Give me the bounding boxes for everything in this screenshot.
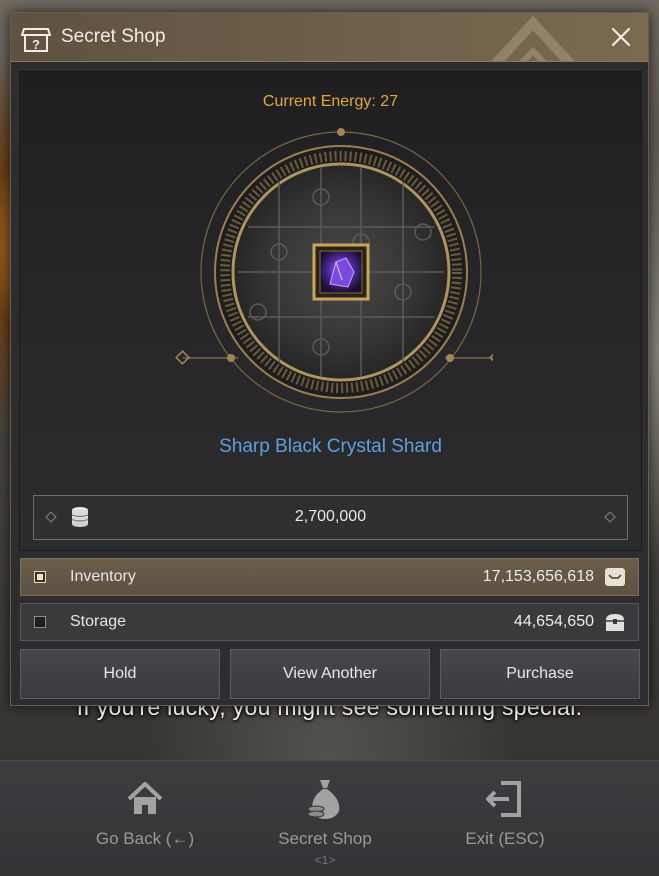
secret-shop-label: Secret Shop xyxy=(278,829,372,848)
go-back-button[interactable]: Go Back (←) xyxy=(70,777,220,849)
inventory-bag-icon xyxy=(605,568,625,586)
item-name: Sharp Black Crystal Shard xyxy=(219,436,442,457)
bottom-action-bar: Go Back (←) Secret Shop <1> Exit (ESC) xyxy=(0,760,659,876)
hold-button[interactable]: Hold xyxy=(20,649,220,699)
shop-content-panel: Current Energy: 27 Sharp Black Crystal S… xyxy=(19,71,642,551)
shop-icon: ? xyxy=(21,28,51,52)
pay-with-storage-row[interactable]: Storage 44,654,650 xyxy=(20,603,639,641)
storage-checkbox[interactable] xyxy=(34,616,46,628)
secret-shop-count: <1> xyxy=(314,853,336,867)
home-icon xyxy=(127,782,163,814)
window-title: Secret Shop xyxy=(61,26,166,47)
storage-amount: 44,654,650 xyxy=(513,613,594,630)
exit-icon xyxy=(486,781,521,817)
pay-with-inventory-row[interactable]: Inventory 17,153,656,618 xyxy=(20,558,639,596)
puzzle-wheel xyxy=(175,128,493,413)
exit-label: Exit (ESC) xyxy=(465,829,545,848)
window-titlebar: ? Secret Shop xyxy=(11,13,648,62)
storage-chest-icon xyxy=(606,614,624,631)
price-value: 2,700,000 xyxy=(294,508,367,525)
secret-shop-tab[interactable]: Secret Shop <1> xyxy=(250,777,400,867)
inventory-amount: 17,153,656,618 xyxy=(482,568,594,585)
view-another-button[interactable]: View Another xyxy=(230,649,430,699)
purchase-button[interactable]: Purchase xyxy=(440,649,640,699)
inventory-checkbox[interactable] xyxy=(34,571,46,583)
current-energy: Current Energy: 27 xyxy=(262,93,399,110)
close-icon[interactable] xyxy=(608,24,634,50)
secret-shop-window: ? Secret Shop Current Energy: 27 Sharp B… xyxy=(10,12,649,706)
go-back-label: Go Back (←) xyxy=(95,829,195,848)
exit-button[interactable]: Exit (ESC) xyxy=(430,777,580,849)
storage-label: Storage xyxy=(70,613,127,630)
titlebar-decoration xyxy=(491,15,575,61)
svg-text:?: ? xyxy=(32,37,40,52)
money-bag-icon xyxy=(307,780,340,819)
price-row: 2,700,000 xyxy=(33,495,628,540)
inventory-label: Inventory xyxy=(70,568,136,585)
